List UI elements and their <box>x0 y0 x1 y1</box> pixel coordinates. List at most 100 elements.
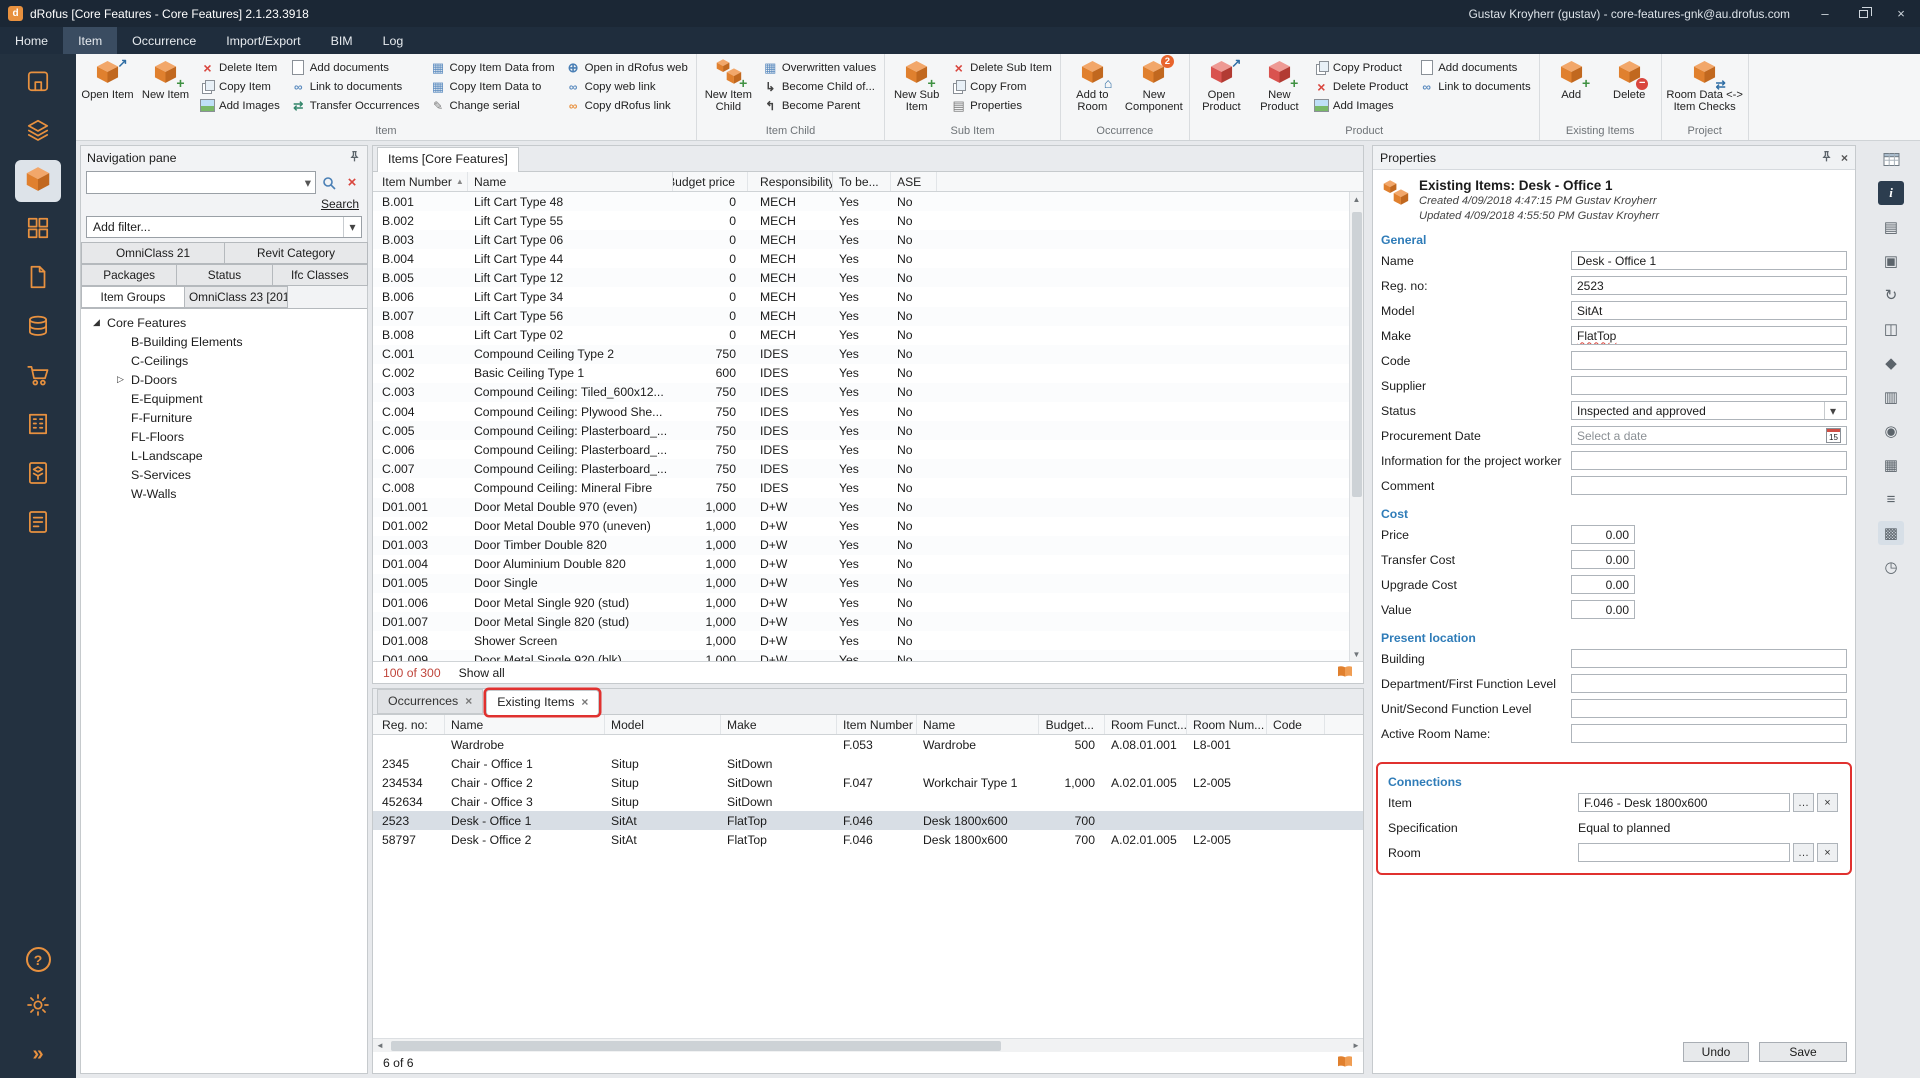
existing-item-row[interactable]: 2345 Chair - Office 1 Situp SitDown <box>373 754 1363 773</box>
tree-item[interactable]: C-Ceilings <box>81 351 367 370</box>
upgrade-cost-input[interactable]: 0.00 <box>1571 575 1635 594</box>
item-row[interactable]: C.008 Compound Ceiling: Mineral Fibre 75… <box>373 478 1363 497</box>
pin-icon[interactable] <box>348 150 361 166</box>
active-room-name-input[interactable] <box>1571 724 1847 743</box>
item-row[interactable]: C.005 Compound Ceiling: Plasterboard_...… <box>373 421 1363 440</box>
connected-room-input[interactable] <box>1578 843 1790 862</box>
item-row[interactable]: B.003 Lift Cart Type 06 0 MECH Yes No <box>373 230 1363 249</box>
col-make[interactable]: Make <box>721 715 837 734</box>
grid-view-icon[interactable] <box>1878 147 1904 171</box>
combo-dropdown-icon[interactable]: ▾ <box>305 175 311 190</box>
scrollbar-thumb[interactable] <box>391 1041 1001 1051</box>
item-row[interactable]: C.001 Compound Ceiling Type 2 750 IDES Y… <box>373 345 1363 364</box>
scroll-right-icon[interactable]: ► <box>1349 1039 1363 1053</box>
col-reg-no[interactable]: Reg. no: <box>373 715 445 734</box>
open-in-drofus-web-button[interactable]: Open in dRofus web <box>561 58 693 77</box>
expand-sidebar-icon[interactable]: » <box>32 1043 43 1066</box>
open-item-button[interactable]: Open Item <box>79 56 136 124</box>
finance-module-icon[interactable] <box>15 307 61 349</box>
tab-close-icon[interactable]: × <box>581 695 588 709</box>
report-book-icon[interactable] <box>1337 665 1353 681</box>
filter-tab[interactable]: Packages <box>81 264 177 286</box>
search-input[interactable]: ▾ <box>86 171 316 194</box>
item-row[interactable]: C.006 Compound Ceiling: Plasterboard_...… <box>373 440 1363 459</box>
item-row[interactable]: B.008 Lift Cart Type 02 0 MECH Yes No <box>373 326 1363 345</box>
existing-item-row[interactable]: 2523 Desk - Office 1 SitAt FlatTop F.046… <box>373 811 1363 830</box>
new-item-child-button[interactable]: New Item Child <box>700 56 757 124</box>
filter-tab[interactable]: OmniClass 21 <box>81 242 225 264</box>
tab-close-icon[interactable]: × <box>465 694 472 708</box>
models-module-icon[interactable] <box>15 454 61 496</box>
item-row[interactable]: C.003 Compound Ceiling: Tiled_600x12... … <box>373 383 1363 402</box>
products-panel-icon[interactable]: ▣ <box>1878 249 1904 273</box>
change-serial-button[interactable]: Change serial <box>426 96 560 115</box>
item-row[interactable]: B.006 Lift Cart Type 34 0 MECH Yes No <box>373 287 1363 306</box>
col-item-name[interactable]: Name <box>917 715 1039 734</box>
item-row[interactable]: B.002 Lift Cart Type 55 0 MECH Yes No <box>373 211 1363 230</box>
restore-button[interactable] <box>1844 0 1882 27</box>
close-button[interactable]: × <box>1882 0 1920 27</box>
tree-item[interactable]: ▷ D-Doors <box>81 370 367 389</box>
product-link-to-documents-button[interactable]: Link to documents <box>1414 77 1535 96</box>
delete-product-button[interactable]: Delete Product <box>1309 77 1413 96</box>
settings-icon[interactable] <box>15 986 61 1028</box>
browse-room-button[interactable]: … <box>1793 843 1814 862</box>
department-input[interactable] <box>1571 674 1847 693</box>
become-child-of-button[interactable]: Become Child of... <box>758 77 881 96</box>
item-row[interactable]: C.002 Basic Ceiling Type 1 600 IDES Yes … <box>373 364 1363 383</box>
clear-room-button[interactable]: × <box>1817 843 1838 862</box>
col-item-number[interactable]: Item Number▲ <box>373 172 468 191</box>
item-row[interactable]: D01.009 Door Metal Single 920 (blk) 1,00… <box>373 650 1363 661</box>
copy-product-button[interactable]: Copy Product <box>1309 58 1413 77</box>
reports-module-icon[interactable] <box>15 503 61 545</box>
history-panel-icon[interactable]: ◷ <box>1878 555 1904 579</box>
classification-panel-icon[interactable]: ◆ <box>1878 351 1904 375</box>
new-product-button[interactable]: New Product <box>1251 56 1308 124</box>
existing-item-row[interactable]: Wardrobe F.053 Wardrobe 500 A.08.01.001 … <box>373 735 1363 754</box>
open-product-button[interactable]: Open Product <box>1193 56 1250 124</box>
menu-item[interactable]: BIM <box>316 27 368 54</box>
filter-tab[interactable]: OmniClass 23 [2012-05-16] <box>184 286 288 308</box>
clear-item-button[interactable]: × <box>1817 793 1838 812</box>
menu-item[interactable]: Occurrence <box>117 27 211 54</box>
value-input[interactable]: 0.00 <box>1571 600 1635 619</box>
link-to-documents-button[interactable]: Link to documents <box>286 77 425 96</box>
name-input[interactable]: Desk - Office 1 <box>1571 251 1847 270</box>
col-budget[interactable]: Budget... <box>1039 715 1105 734</box>
menu-item[interactable]: Home <box>0 27 63 54</box>
item-row[interactable]: D01.001 Door Metal Double 970 (even) 1,0… <box>373 498 1363 517</box>
tree-item[interactable]: S-Services <box>81 465 367 484</box>
tree-root-core-features[interactable]: ◢ Core Features <box>81 313 367 332</box>
tree-item[interactable]: W-Walls <box>81 484 367 503</box>
report-book-icon[interactable] <box>1337 1055 1353 1071</box>
transfer-cost-input[interactable]: 0.00 <box>1571 550 1635 569</box>
copy-web-link-button[interactable]: Copy web link <box>561 77 693 96</box>
item-row[interactable]: B.004 Lift Cart Type 44 0 MECH Yes No <box>373 249 1363 268</box>
info-panel-icon[interactable]: i <box>1878 181 1904 205</box>
menu-item[interactable]: Import/Export <box>211 27 315 54</box>
documents-module-icon[interactable] <box>15 258 61 300</box>
model-input[interactable]: SitAt <box>1571 301 1847 320</box>
product-add-documents-button[interactable]: Add documents <box>1414 58 1535 77</box>
existing-item-row[interactable]: 234534 Chair - Office 2 Situp SitDown F.… <box>373 773 1363 792</box>
existing-item-row[interactable]: 452634 Chair - Office 3 Situp SitDown <box>373 792 1363 811</box>
scrollbar-thumb[interactable] <box>1352 212 1362 497</box>
item-row[interactable]: D01.008 Shower Screen 1,000 D+W Yes No <box>373 631 1363 650</box>
become-parent-button[interactable]: Become Parent <box>758 96 881 115</box>
code-input[interactable] <box>1571 351 1847 370</box>
copy-item-data-to-button[interactable]: Copy Item Data to <box>426 77 560 96</box>
new-sub-item-button[interactable]: New Sub Item <box>888 56 945 124</box>
menu-item[interactable]: Item <box>63 27 117 54</box>
add-documents-button[interactable]: Add documents <box>286 58 425 77</box>
overwritten-values-button[interactable]: Overwritten values <box>758 58 881 77</box>
new-component-button[interactable]: 2 New Component <box>1122 56 1186 124</box>
col-ase[interactable]: ASE <box>891 172 937 191</box>
tab-items-core-features[interactable]: Items [Core Features] <box>377 147 519 172</box>
horizontal-scrollbar[interactable]: ◄ ► <box>373 1038 1363 1052</box>
col-room-function[interactable]: Room Funct... <box>1105 715 1187 734</box>
transfer-occurrences-button[interactable]: Transfer Occurrences <box>286 96 425 115</box>
delete-item-button[interactable]: Delete Item <box>195 58 285 77</box>
item-row[interactable]: D01.006 Door Metal Single 920 (stud) 1,0… <box>373 593 1363 612</box>
sync-panel-icon[interactable]: ↻ <box>1878 283 1904 307</box>
rooms-module-icon[interactable] <box>15 62 61 104</box>
